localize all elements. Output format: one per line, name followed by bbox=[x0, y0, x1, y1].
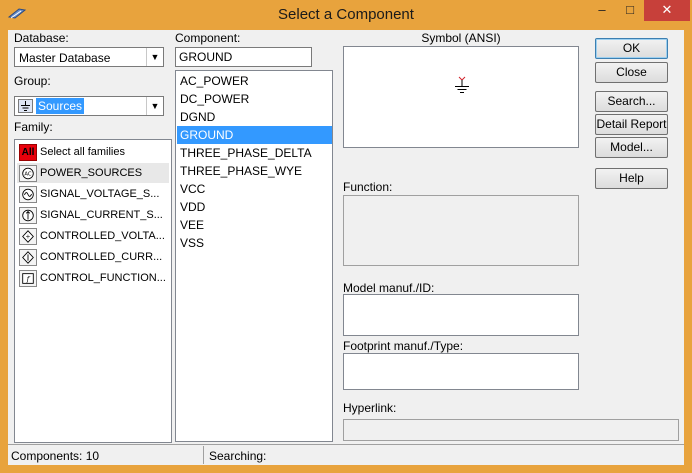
family-item-label: CONTROLLED_VOLTA... bbox=[40, 230, 165, 242]
maximize-icon: □ bbox=[626, 2, 634, 17]
family-item-control-function[interactable]: f CONTROL_FUNCTION... bbox=[17, 268, 169, 288]
maximize-button[interactable]: □ bbox=[616, 0, 644, 21]
group-label: Group: bbox=[14, 74, 51, 88]
all-icon: All bbox=[19, 144, 37, 161]
ground-symbol-icon bbox=[455, 76, 469, 93]
status-bar: Components: 10 Searching: bbox=[8, 444, 684, 465]
component-item-ac-power[interactable]: AC_POWER bbox=[177, 72, 332, 90]
family-item-signal-voltage[interactable]: SIGNAL_VOLTAGE_S... bbox=[17, 184, 169, 204]
hyperlink-field[interactable] bbox=[343, 419, 679, 441]
family-item-controlled-voltage[interactable]: + CONTROLLED_VOLTA... bbox=[17, 226, 169, 246]
function-label: Function: bbox=[343, 180, 393, 194]
searching-status: Searching: bbox=[209, 449, 267, 463]
footprint-field bbox=[343, 353, 579, 390]
svg-text:AC: AC bbox=[24, 172, 32, 178]
component-item-three-phase-delta[interactable]: THREE_PHASE_DELTA bbox=[177, 144, 332, 162]
power-source-icon: AC bbox=[19, 165, 37, 182]
status-divider bbox=[203, 446, 204, 464]
components-count: Components: 10 bbox=[11, 449, 100, 463]
component-item-vee[interactable]: VEE bbox=[177, 216, 332, 234]
search-button[interactable]: Search... bbox=[595, 91, 668, 112]
family-item-label: Select all families bbox=[40, 146, 125, 158]
component-item-vdd[interactable]: VDD bbox=[177, 198, 332, 216]
family-item-label: SIGNAL_CURRENT_S... bbox=[40, 209, 163, 221]
hyperlink-label: Hyperlink: bbox=[343, 401, 397, 415]
database-label: Database: bbox=[14, 31, 69, 45]
component-item-vcc[interactable]: VCC bbox=[177, 180, 332, 198]
model-manuf-field bbox=[343, 294, 579, 336]
family-item-label: CONTROL_FUNCTION... bbox=[40, 272, 166, 284]
family-item-label: CONTROLLED_CURR... bbox=[40, 251, 163, 263]
database-value: Master Database bbox=[19, 51, 111, 65]
title-bar[interactable]: Select a Component – □ ✕ bbox=[0, 0, 692, 30]
controlled-voltage-icon: + bbox=[19, 228, 37, 245]
symbol-label: Symbol (ANSI) bbox=[421, 31, 501, 45]
help-button[interactable]: Help bbox=[595, 168, 668, 189]
family-item-signal-current[interactable]: SIGNAL_CURRENT_S... bbox=[17, 205, 169, 225]
minimize-icon: – bbox=[598, 2, 606, 17]
dialog-client: Database: Master Database ▼ Group: Sourc… bbox=[8, 30, 684, 465]
signal-current-icon bbox=[19, 207, 37, 224]
chevron-down-icon[interactable]: ▼ bbox=[146, 48, 163, 66]
minimize-button[interactable]: – bbox=[588, 0, 616, 21]
control-function-icon: f bbox=[19, 270, 37, 287]
family-item-label: POWER_SOURCES bbox=[40, 167, 143, 179]
close-button[interactable]: Close bbox=[595, 62, 668, 83]
function-field bbox=[343, 195, 579, 266]
close-icon: ✕ bbox=[661, 2, 673, 17]
component-item-vss[interactable]: VSS bbox=[177, 234, 332, 252]
family-item-label: SIGNAL_VOLTAGE_S... bbox=[40, 188, 160, 200]
symbol-preview bbox=[343, 46, 579, 148]
component-label: Component: bbox=[175, 31, 241, 45]
component-item-three-phase-wye[interactable]: THREE_PHASE_WYE bbox=[177, 162, 332, 180]
dialog-window: Select a Component – □ ✕ Database: Maste… bbox=[0, 0, 692, 473]
component-search-input[interactable] bbox=[175, 47, 312, 67]
component-item-ground[interactable]: GROUND bbox=[177, 126, 332, 144]
ok-button[interactable]: OK bbox=[595, 38, 668, 59]
database-combo[interactable]: Master Database ▼ bbox=[14, 47, 164, 67]
component-item-dc-power[interactable]: DC_POWER bbox=[177, 90, 332, 108]
ground-group-icon bbox=[18, 99, 33, 113]
group-combo[interactable]: Sources ▼ bbox=[14, 96, 164, 116]
chevron-down-icon[interactable]: ▼ bbox=[146, 97, 163, 115]
close-window-button[interactable]: ✕ bbox=[644, 0, 690, 21]
signal-voltage-icon bbox=[19, 186, 37, 203]
footprint-label: Footprint manuf./Type: bbox=[343, 339, 464, 353]
family-item-controlled-current[interactable]: CONTROLLED_CURR... bbox=[17, 247, 169, 267]
detail-report-button[interactable]: Detail Report bbox=[595, 114, 668, 135]
family-label: Family: bbox=[14, 120, 53, 134]
model-button[interactable]: Model... bbox=[595, 137, 668, 158]
svg-text:+: + bbox=[25, 234, 30, 241]
family-item-power-sources[interactable]: AC POWER_SOURCES bbox=[17, 163, 169, 183]
model-manuf-label: Model manuf./ID: bbox=[343, 281, 435, 295]
family-list[interactable]: All Select all families AC POWER_SOURCES… bbox=[14, 139, 172, 443]
controlled-current-icon bbox=[19, 249, 37, 266]
component-item-dgnd[interactable]: DGND bbox=[177, 108, 332, 126]
family-item-select-all[interactable]: All Select all families bbox=[17, 142, 169, 162]
component-list[interactable]: AC_POWER DC_POWER DGND GROUND THREE_PHAS… bbox=[175, 70, 333, 442]
group-value: Sources bbox=[36, 98, 85, 114]
